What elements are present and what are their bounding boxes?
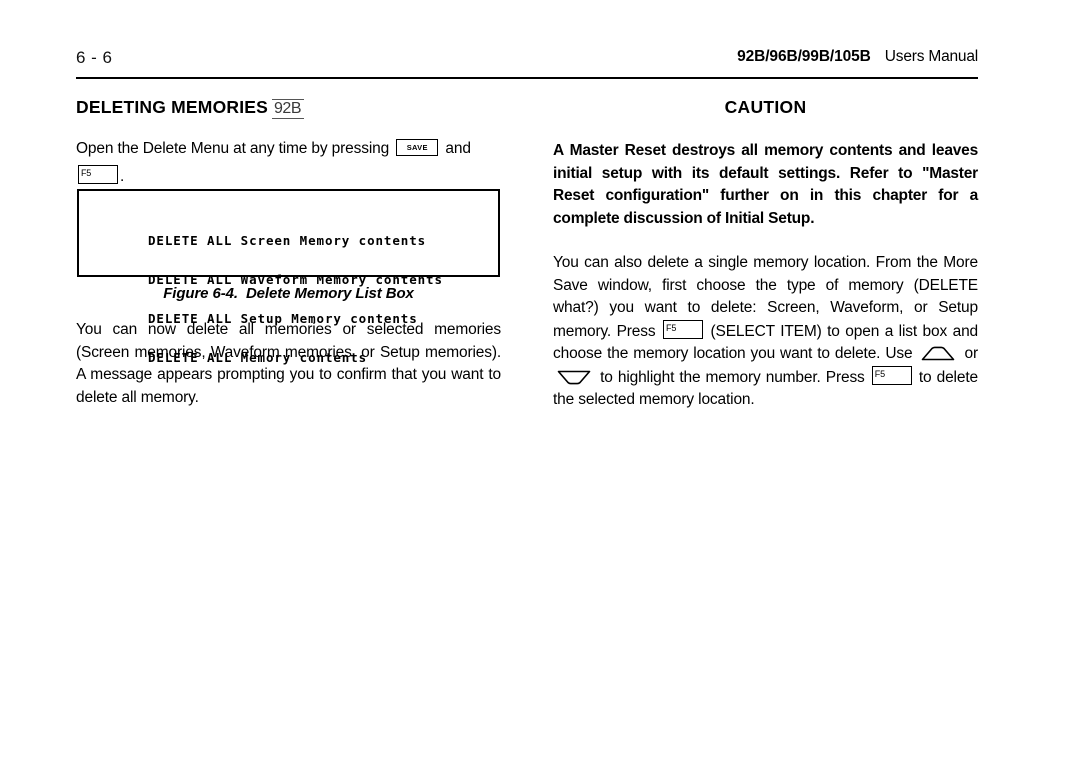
header-right-block: 92B/96B/99B/105B Users Manual [737, 48, 978, 66]
intro-text-after-save-key: and [445, 140, 471, 157]
up-arrow-key-icon [920, 346, 956, 361]
list-item: DELETE ALL Screen Memory contents [148, 233, 427, 248]
f5-key-label: F5 [666, 323, 677, 333]
intro-text-before-save-key: Open the Delete Menu at any time by pres… [76, 140, 390, 157]
figure-caption: Figure 6-4. Delete Memory List Box [77, 285, 500, 302]
paragraph-segment-4: to highlight the memory number. Press [600, 368, 865, 386]
caution-body-text: A Master Reset destroys all memory conte… [553, 142, 978, 227]
delete-memory-list-box: DELETE ALL Screen Memory contents DELETE… [77, 189, 500, 364]
header-divider-rule [76, 77, 978, 79]
save-key-label: SAVE [406, 143, 428, 152]
single-memory-delete-paragraph: You can also delete a single memory loca… [553, 252, 978, 412]
intro-text-end: . [120, 167, 125, 185]
f5-key-icon: F5 [663, 319, 704, 339]
f5-key-icon: F5 [871, 365, 912, 385]
header-manual-label: Users Manual [884, 48, 978, 65]
post-figure-paragraph: You can now delete all memories or selec… [76, 321, 501, 406]
f5-key-label: F5 [81, 168, 92, 178]
page-header: 6 - 6 92B/96B/99B/105B Users Manual [76, 48, 978, 80]
section-title-text: DELETING MEMORIES [76, 97, 269, 117]
f5-key-icon: F5 [78, 164, 118, 184]
figure-number: Figure 6-4. [163, 285, 238, 302]
right-column: CAUTION A Master Reset destroys all memo… [553, 96, 978, 427]
intro-paragraph-tail: F5. [76, 164, 501, 187]
paragraph-segment-3: or [964, 345, 979, 362]
intro-paragraph: Open the Delete Menu at any time by pres… [76, 138, 501, 161]
section-title-model-strikethrough: 92B [272, 98, 304, 120]
down-arrow-key-icon [556, 370, 592, 385]
save-key-icon: SAVE [396, 139, 439, 156]
page-title: DELETING MEMORIES 92B [76, 96, 501, 120]
page-number: 6 - 6 [76, 48, 113, 67]
f5-key-label: F5 [874, 369, 885, 379]
figure-title: Delete Memory List Box [245, 285, 414, 302]
caution-heading: CAUTION [724, 97, 807, 117]
header-model-list: 92B/96B/99B/105B [737, 48, 871, 65]
left-column: DELETING MEMORIES 92B Open the Delete Men… [76, 96, 501, 187]
